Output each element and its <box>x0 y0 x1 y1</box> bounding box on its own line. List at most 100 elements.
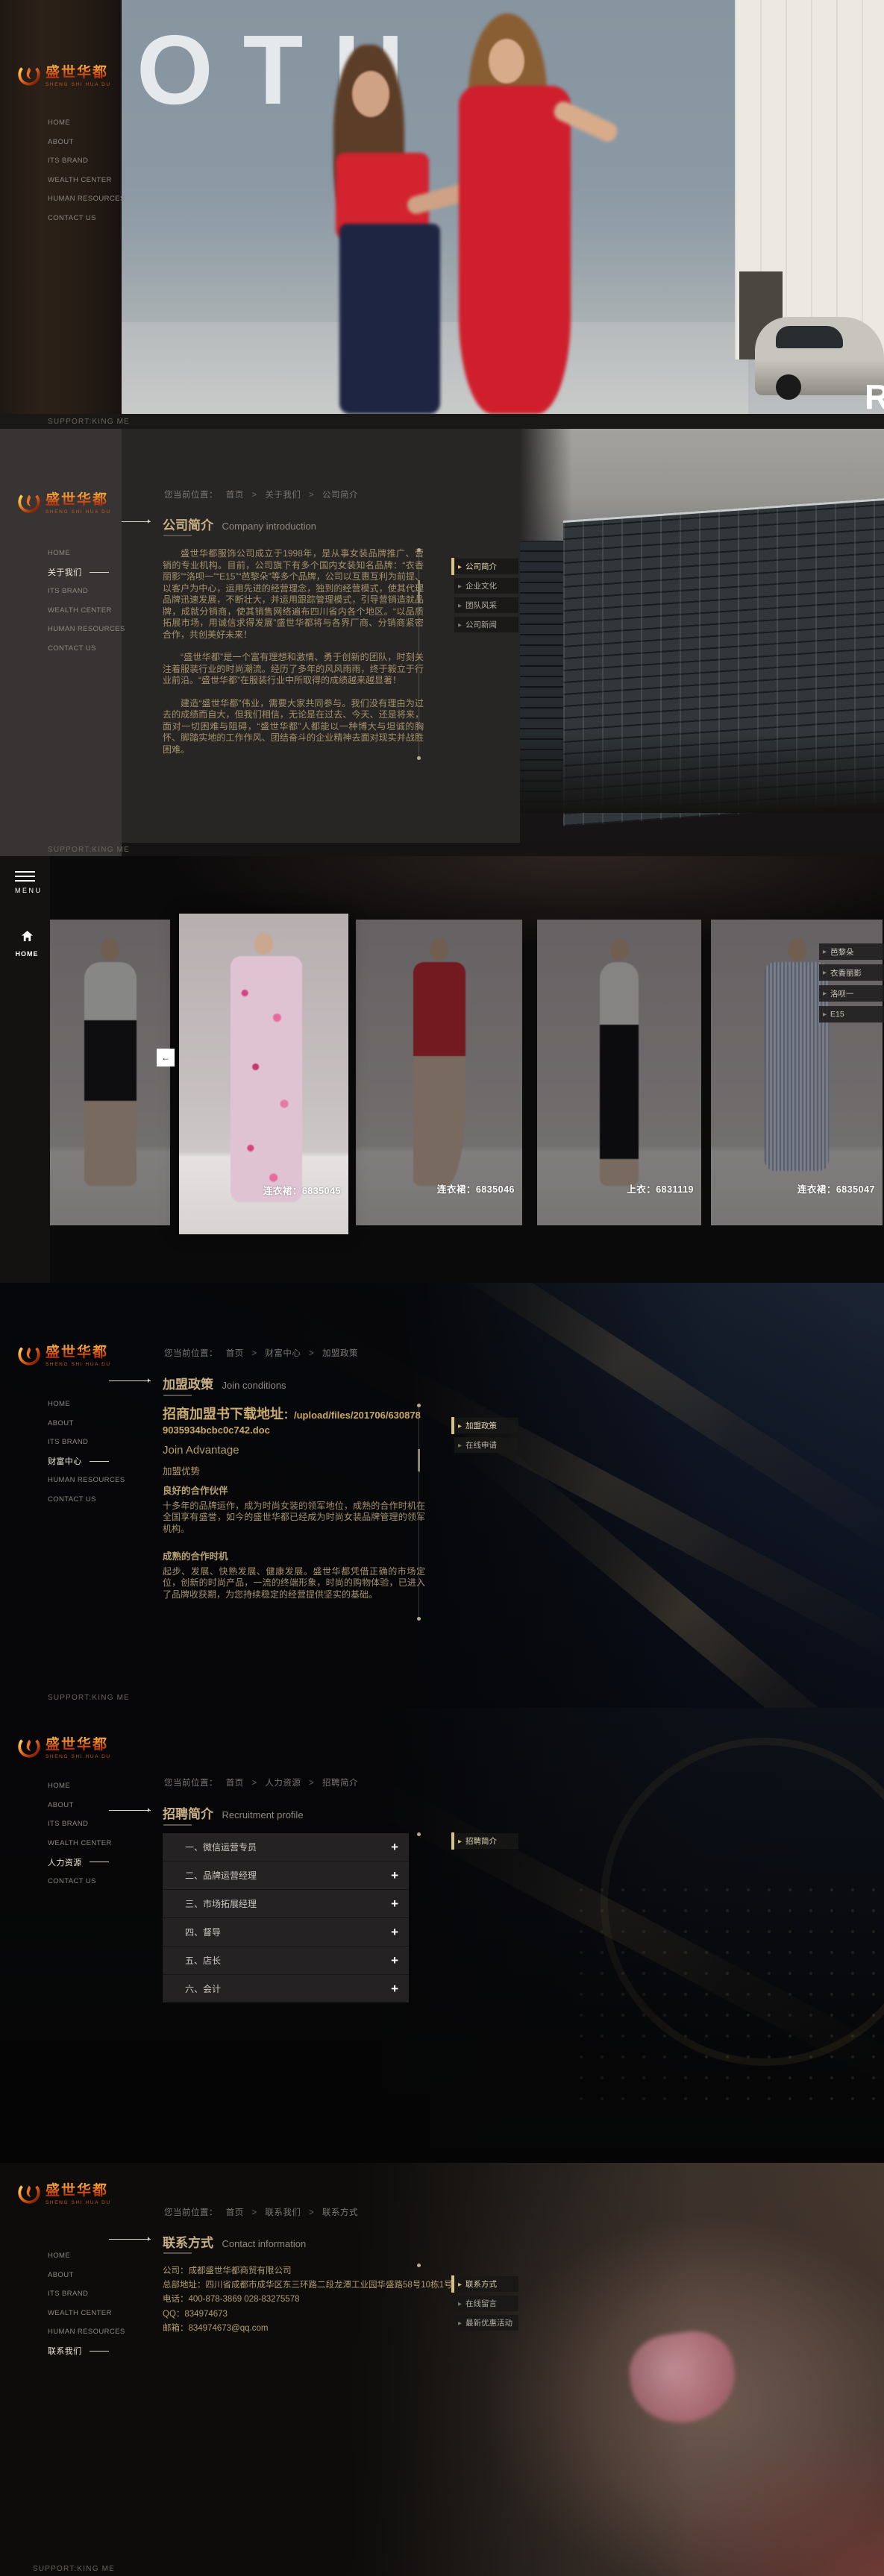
sidebar-item-its-brand[interactable]: ITS BRAND <box>48 1815 112 1834</box>
sidebar-item-home[interactable]: HOME <box>48 2246 125 2266</box>
sidebar-item-home[interactable]: HOME <box>48 544 125 563</box>
sidebar-item-human-resources[interactable]: HUMAN RESOURCES <box>48 1471 125 1490</box>
side-menu-item-news[interactable]: ▶ 公司新闻 <box>454 617 518 632</box>
sidebar: 盛世华都 SHENG SHI HUA DU HOME ABOUT ITS BRA… <box>0 1283 122 1708</box>
side-menu-item-message[interactable]: ▶ 在线留言 <box>454 2296 518 2311</box>
brand-menu: ▶ 芭黎朵 ▶ 衣香丽影 ▶ 洛呗一 ▶ E15 <box>819 943 884 1027</box>
breadcrumb-current[interactable]: 招聘简介 <box>322 1779 358 1788</box>
carousel-prev-button[interactable]: ← <box>157 1049 175 1066</box>
menu-button[interactable]: MENU <box>15 871 43 894</box>
sidebar-item-human-resources[interactable]: HUMAN RESOURCES <box>48 2322 125 2342</box>
side-menu-label: 加盟政策 <box>465 1420 497 1431</box>
brand-menu-item-e15[interactable]: ▶ E15 <box>819 1006 884 1022</box>
breadcrumb-current[interactable]: 联系方式 <box>322 2208 358 2217</box>
accordion-label: 一、微信运营专员 <box>185 1841 257 1853</box>
site-logo[interactable]: 盛世华都 SHENG SHI HUA DU <box>16 2179 111 2205</box>
product-card[interactable]: 连衣裙：6835046 <box>356 920 522 1225</box>
sidebar-item-home[interactable]: HOME <box>48 1777 112 1796</box>
home-button[interactable]: HOME <box>10 931 43 958</box>
sidebar-item-wealth-center[interactable]: WEALTH CENTER <box>48 2304 125 2323</box>
side-menu-item-join-policy[interactable]: ▶ 加盟政策 <box>454 1418 518 1433</box>
sidebar-item-contact-us-active[interactable]: 联系我们 <box>48 2342 125 2361</box>
accordion-item-market-manager[interactable]: 三、市场拓展经理 + <box>163 1890 409 1918</box>
sidebar-item-human-resources[interactable]: HUMAN RESOURCES <box>48 620 125 639</box>
sidebar-item-about[interactable]: ABOUT <box>48 1796 112 1815</box>
sidebar-item-its-brand[interactable]: ITS BRAND <box>48 1433 125 1452</box>
brand-menu-item-balido[interactable]: ▶ 芭黎朵 <box>819 943 884 960</box>
logo-text-en: SHENG SHI HUA DU <box>46 509 111 515</box>
products-section: MENU HOME 连衣裙：6835045 连衣裙：6835046 上衣：683… <box>0 856 884 1283</box>
sidebar-item-about-active[interactable]: 关于我们 <box>48 563 125 582</box>
title-divider <box>163 535 192 536</box>
breadcrumb-home[interactable]: 首页 <box>226 1349 244 1358</box>
arrow-right-icon: ▶ <box>458 2301 462 2307</box>
logo-text-zh: 盛世华都 <box>46 1733 111 1753</box>
scroll-thumb[interactable] <box>418 1449 420 1471</box>
join-block-text: 起步、发展、快熟发展、健康发展。盛世华都凭借正确的市场定位，创新的时尚产品，一流… <box>163 1566 425 1601</box>
breadcrumb-home[interactable]: 首页 <box>226 1779 244 1788</box>
breadcrumb-section[interactable]: 财富中心 <box>265 1349 301 1358</box>
sidebar-item-wealth-center[interactable]: WEALTH CENTER <box>48 171 125 190</box>
scroll-thumb[interactable] <box>418 580 420 603</box>
accordion-item-brand-manager[interactable]: 二、品牌运营经理 + <box>163 1862 409 1890</box>
side-menu-item-contact-info[interactable]: ▶ 联系方式 <box>454 2276 518 2292</box>
sidebar: 盛世华都 SHENG SHI HUA DU HOME 关于我们 ITS BRAN… <box>0 429 122 856</box>
breadcrumb-current[interactable]: 加盟政策 <box>322 1349 358 1358</box>
accordion-item-store-manager[interactable]: 五、店长 + <box>163 1947 409 1975</box>
side-menu-item-promotions[interactable]: ▶ 最新优惠活动 <box>454 2315 518 2331</box>
product-tag: 连衣裙：6835045 <box>263 1183 341 1197</box>
side-menu-item-recruitment[interactable]: ▶ 招聘简介 <box>454 1833 518 1849</box>
sidebar-item-contact-us[interactable]: CONTACT US <box>48 639 125 659</box>
sidebar: 盛世华都 SHENG SHI HUA DU HOME ABOUT ITS BRA… <box>0 1708 122 2163</box>
side-menu-item-company-intro[interactable]: ▶ 公司简介 <box>454 559 518 574</box>
sidebar-item-about[interactable]: ABOUT <box>48 133 125 152</box>
breadcrumb-section[interactable]: 人力资源 <box>265 1779 301 1788</box>
accordion-item-supervisor[interactable]: 四、督导 + <box>163 1918 409 1947</box>
sidebar-item-its-brand[interactable]: ITS BRAND <box>48 151 125 171</box>
breadcrumb-separator: > <box>251 1779 257 1788</box>
hero-section: OTH PinkS Rabiyi洛呗一 盛世华都 <box>0 0 884 429</box>
sidebar-item-its-brand[interactable]: ITS BRAND <box>48 2284 125 2304</box>
plus-icon: + <box>391 1982 398 1997</box>
sidebar-item-contact-us[interactable]: CONTACT US <box>48 1490 125 1510</box>
side-menu-label: 公司简介 <box>465 561 497 572</box>
site-logo[interactable]: 盛世华都 SHENG SHI HUA DU <box>16 61 111 87</box>
card-shade <box>537 920 701 1225</box>
product-card[interactable]: 上衣：6831119 <box>537 920 701 1225</box>
breadcrumb-section[interactable]: 关于我们 <box>265 491 301 500</box>
sidebar-item-wealth-center-active[interactable]: 财富中心 <box>48 1452 125 1471</box>
breadcrumb-current[interactable]: 公司简介 <box>322 491 358 500</box>
site-logo[interactable]: 盛世华都 SHENG SHI HUA DU <box>16 1341 111 1367</box>
sidebar-item-contact-us[interactable]: CONTACT US <box>48 209 125 228</box>
accordion-item-accountant[interactable]: 六、会计 + <box>163 1975 409 2002</box>
sidebar-item-human-resources-active[interactable]: 人力资源 <box>48 1853 112 1872</box>
sidebar-item-its-brand[interactable]: ITS BRAND <box>48 582 125 601</box>
model-left-pinafore <box>339 224 440 414</box>
breadcrumb-home[interactable]: 首页 <box>226 491 244 500</box>
sidebar-item-wealth-center[interactable]: WEALTH CENTER <box>48 1834 112 1853</box>
site-logo[interactable]: 盛世华都 SHENG SHI HUA DU <box>16 489 111 515</box>
dark-overlay <box>0 2163 884 2576</box>
sidebar-item-home[interactable]: HOME <box>48 113 125 133</box>
breadcrumb-section[interactable]: 联系我们 <box>265 2208 301 2217</box>
product-card[interactable] <box>50 920 170 1225</box>
breadcrumb-home[interactable]: 首页 <box>226 2208 244 2217</box>
site-logo[interactable]: 盛世华都 SHENG SHI HUA DU <box>16 1733 111 1759</box>
sidebar-item-human-resources[interactable]: HUMAN RESOURCES <box>48 189 125 209</box>
sidebar-item-home[interactable]: HOME <box>48 1395 125 1414</box>
brand-menu-item-yixiangliying[interactable]: ▶ 衣香丽影 <box>819 964 884 981</box>
accordion-item-wechat-operator[interactable]: 一、微信运营专员 + <box>163 1833 409 1862</box>
breadcrumb-separator: > <box>309 1349 314 1358</box>
sidebar-item-about[interactable]: ABOUT <box>48 2266 125 2285</box>
sidebar-item-contact-us[interactable]: CONTACT US <box>48 1872 112 1891</box>
side-menu-label: 公司新闻 <box>465 619 497 630</box>
product-card-highlighted[interactable]: 连衣裙：6835045 <box>179 914 348 1234</box>
sidebar-item-about[interactable]: ABOUT <box>48 1414 125 1433</box>
side-menu-item-team[interactable]: ▶ 团队风采 <box>454 597 518 613</box>
sidebar-item-wealth-center[interactable]: WEALTH CENTER <box>48 601 125 621</box>
arrow-right-icon: ▶ <box>458 622 462 628</box>
brand-menu-item-luobeiyi[interactable]: ▶ 洛呗一 <box>819 985 884 1002</box>
hero-photo: OTH PinkS Rabiyi洛呗一 <box>122 0 884 414</box>
side-menu-item-culture[interactable]: ▶ 企业文化 <box>454 578 518 594</box>
side-menu-item-online-apply[interactable]: ▶ 在线申请 <box>454 1437 518 1453</box>
